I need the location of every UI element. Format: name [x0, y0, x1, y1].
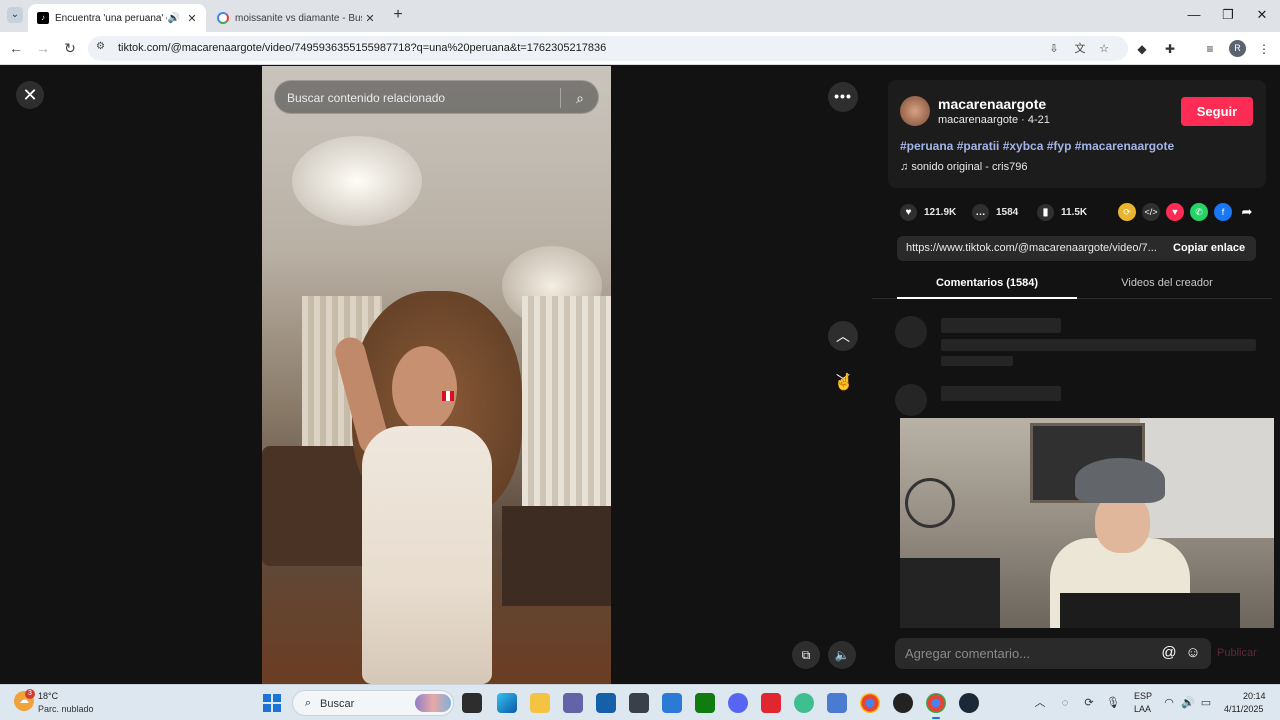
microsoft-store-icon[interactable]: [596, 693, 616, 713]
tray-app-icon[interactable]: ◌: [1057, 695, 1073, 711]
discord-icon[interactable]: [728, 693, 748, 713]
clock-date[interactable]: 4/11/2025: [1224, 704, 1263, 714]
windows-start-icon[interactable]: [263, 694, 281, 712]
obs-icon[interactable]: [893, 693, 913, 713]
url-text[interactable]: tiktok.com/@macarenaargote/video/7495936…: [118, 42, 606, 54]
mouse-cursor-hand-icon: ☝: [834, 374, 854, 391]
tiktok-page: ✕ Buscar contenido relacionado ⌕ ••• ︿ ﹀…: [0, 66, 1280, 684]
chrome-icon[interactable]: [860, 693, 880, 713]
site-settings-icon[interactable]: ⚙: [96, 41, 108, 55]
search-divider: [560, 88, 561, 108]
tab-title: Encuentra 'una peruana' en: [55, 12, 167, 24]
steam-icon[interactable]: [959, 693, 979, 713]
floating-player-icon[interactable]: ⧉: [792, 641, 820, 669]
chrome-active-icon[interactable]: [926, 693, 946, 719]
app-green-icon[interactable]: [794, 693, 814, 713]
peru-flag-icon: [442, 391, 454, 401]
ceiling-light: [292, 136, 422, 226]
weather-temperature[interactable]: 18°C: [38, 691, 58, 701]
file-explorer-icon[interactable]: [530, 693, 550, 713]
input-language[interactable]: ESP: [1134, 691, 1152, 701]
tab-search-chevron-icon[interactable]: ⌄: [7, 7, 23, 23]
speaker-icon[interactable]: 🔊: [167, 13, 181, 24]
app-red-icon[interactable]: [761, 693, 781, 713]
browser-toolbar: ← → ↻ ⚙ tiktok.com/@macarenaargote/video…: [0, 32, 1280, 65]
tray-microphone-icon[interactable]: 🎙: [1105, 695, 1121, 711]
related-search-placeholder: Buscar contenido relacionado: [287, 91, 446, 105]
browser-menu-icon[interactable]: ⋮: [1255, 40, 1273, 58]
media-control-icon[interactable]: ≡: [1201, 40, 1219, 58]
bookmark-star-icon[interactable]: ☆: [1096, 41, 1112, 57]
minimize-icon[interactable]: —: [1184, 6, 1204, 24]
tray-overflow-chevron-icon[interactable]: ︿: [1032, 695, 1048, 711]
search-highlight-image: [415, 694, 451, 712]
previous-video-chevron-up-icon[interactable]: ︿: [828, 321, 858, 351]
taskbar-search[interactable]: ⌕ Buscar: [292, 690, 454, 716]
input-layout[interactable]: LAA: [1134, 704, 1151, 714]
back-icon[interactable]: ←: [6, 38, 26, 58]
app-cube-icon[interactable]: [629, 693, 649, 713]
edge-icon[interactable]: [497, 693, 517, 713]
taskbar-search-label: Buscar: [320, 698, 355, 710]
profile-avatar[interactable]: R: [1229, 40, 1246, 57]
person-face: [392, 346, 457, 431]
video-player[interactable]: [262, 66, 611, 684]
battery-icon[interactable]: ▭: [1198, 695, 1214, 711]
google-favicon-icon: [217, 12, 229, 24]
dining-table: [502, 506, 611, 606]
browser-tab-google[interactable]: moissanite vs diamante - Busca ✕: [208, 4, 384, 32]
clock-time[interactable]: 20:14: [1243, 691, 1266, 701]
browser-tab-tiktok[interactable]: ♪ Encuentra 'una peruana' en 🔊 ✕: [28, 4, 206, 32]
video-area: ✕ Buscar contenido relacionado ⌕ ••• ︿ ﹀…: [0, 66, 872, 684]
weather-description[interactable]: Parc. nublado: [38, 704, 94, 714]
tab-close-icon[interactable]: ✕: [184, 12, 200, 25]
person-dress: [362, 426, 492, 684]
windows-taskbar: ☁ 3 18°C Parc. nublado ⌕ Buscar ︿ ◌ ⟳ 🎙 …: [0, 684, 1280, 720]
restore-icon[interactable]: ❐: [1218, 6, 1238, 24]
wifi-icon[interactable]: ◠: [1161, 695, 1177, 711]
video-sidebar: [872, 66, 1280, 684]
tab-title: moissanite vs diamante - Busca: [235, 12, 362, 24]
search-icon[interactable]: ⌕: [569, 87, 591, 109]
tray-sync-icon[interactable]: ⟳: [1081, 695, 1097, 711]
extensions-puzzle-icon[interactable]: ✚: [1161, 40, 1179, 58]
related-search-input[interactable]: Buscar contenido relacionado ⌕: [274, 80, 599, 114]
more-options-icon[interactable]: •••: [828, 82, 858, 112]
tab-close-icon[interactable]: ✕: [362, 12, 378, 25]
teams-icon[interactable]: [563, 693, 583, 713]
volume-icon[interactable]: 🔊: [1180, 695, 1196, 711]
install-app-icon[interactable]: ⇩: [1046, 41, 1062, 57]
tiktok-favicon-icon: ♪: [37, 12, 49, 24]
xbox-icon[interactable]: [695, 693, 715, 713]
search-icon: ⌕: [304, 697, 312, 709]
reload-icon[interactable]: ↻: [60, 38, 80, 58]
browser-tab-strip: ⌄ ♪ Encuentra 'una peruana' en 🔊 ✕ moiss…: [0, 0, 1280, 32]
weather-notification-badge: 3: [25, 689, 35, 699]
forward-icon[interactable]: →: [33, 38, 53, 58]
translate-icon[interactable]: 文: [1072, 41, 1088, 57]
window-close-icon[interactable]: ✕: [1252, 6, 1272, 24]
notepad-icon[interactable]: [827, 693, 847, 713]
task-view-icon[interactable]: [462, 693, 482, 713]
app-pen-icon[interactable]: [662, 693, 682, 713]
new-tab-button[interactable]: +: [390, 6, 406, 24]
close-video-icon[interactable]: ✕: [16, 81, 44, 109]
address-bar[interactable]: ⚙ tiktok.com/@macarenaargote/video/74959…: [88, 36, 1128, 61]
extension-icon[interactable]: ◆: [1133, 40, 1151, 58]
volume-icon[interactable]: 🔈: [828, 641, 856, 669]
